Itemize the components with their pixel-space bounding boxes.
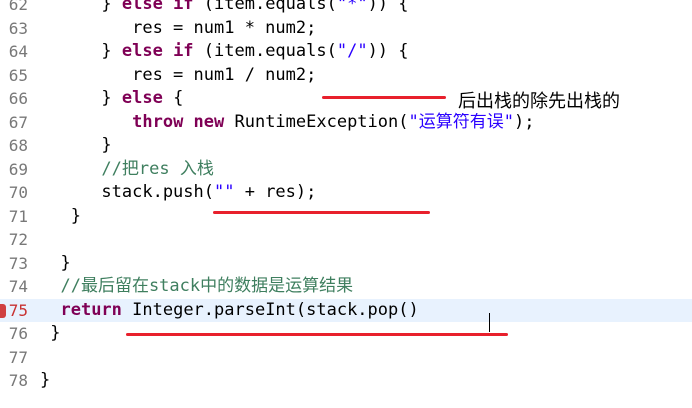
code-token: } bbox=[40, 41, 122, 61]
code-text: res = num1 / num2; bbox=[40, 64, 316, 88]
code-editor[interactable]: 62 } else if (item.equals("*")) {63 res … bbox=[0, 0, 692, 408]
code-token: else if bbox=[121, 41, 194, 61]
code-line[interactable]: 77 bbox=[0, 346, 692, 370]
code-token: res = num1 * num2; bbox=[40, 17, 317, 38]
line-number: 63 bbox=[8, 18, 28, 38]
code-token: stack.push( bbox=[40, 182, 214, 202]
code-line[interactable]: 63 res = num1 * num2; bbox=[0, 17, 692, 41]
code-token: + res); bbox=[234, 182, 317, 202]
code-text: } else if (item.equals("/")) { bbox=[40, 40, 409, 64]
annotation-label: 后出栈的除先出栈的 bbox=[456, 87, 622, 113]
code-text: res = num1 * num2; bbox=[40, 17, 316, 41]
code-token: Integer.parseInt(stack.pop() bbox=[121, 299, 419, 320]
line-number: 78 bbox=[8, 371, 28, 390]
underline-division bbox=[322, 96, 446, 99]
code-line[interactable]: 62 } else if (item.equals("*")) { bbox=[0, 0, 692, 17]
line-number: 69 bbox=[8, 159, 28, 179]
code-text: //最后留在stack中的数据是运算结果 bbox=[40, 275, 353, 299]
code-line[interactable]: 74 //最后留在stack中的数据是运算结果 bbox=[0, 275, 692, 299]
code-token: } bbox=[40, 205, 81, 226]
code-line[interactable]: 64 } else if (item.equals("/")) { bbox=[0, 40, 692, 64]
code-text: } else if (item.equals("*")) { bbox=[40, 0, 409, 17]
code-token: (item.equals( bbox=[193, 41, 337, 61]
underline-return bbox=[126, 333, 508, 336]
code-token: } bbox=[40, 0, 122, 14]
text-cursor bbox=[489, 313, 490, 332]
code-token: "*" bbox=[336, 0, 368, 14]
code-token: throw new bbox=[132, 111, 225, 132]
code-line[interactable]: 68 } bbox=[0, 134, 692, 158]
code-token: } bbox=[40, 370, 51, 390]
code-line[interactable]: 67 throw new RuntimeException("运算符有误"); bbox=[0, 111, 692, 135]
code-token: "" bbox=[214, 182, 235, 202]
line-number: 65 bbox=[8, 65, 28, 85]
code-line[interactable]: 78} bbox=[0, 369, 692, 393]
code-token: )) { bbox=[367, 0, 409, 14]
code-token: return bbox=[60, 299, 122, 320]
code-line[interactable]: 73 } bbox=[0, 252, 692, 276]
code-text: //把res 入栈 bbox=[40, 158, 214, 182]
code-token: RuntimeException( bbox=[224, 111, 409, 132]
code-line[interactable]: 65 res = num1 / num2; bbox=[0, 64, 692, 88]
code-token: } bbox=[40, 252, 71, 273]
code-text: throw new RuntimeException("运算符有误"); bbox=[40, 111, 534, 135]
line-number: 73 bbox=[8, 253, 28, 273]
code-text: } else { bbox=[40, 87, 183, 111]
line-number: 74 bbox=[8, 277, 28, 296]
code-text: } bbox=[40, 205, 81, 229]
code-token: res = num1 / num2; bbox=[40, 64, 317, 85]
code-token: "/" bbox=[336, 41, 368, 61]
code-token: ); bbox=[513, 111, 535, 132]
code-token: else if bbox=[121, 0, 194, 14]
code-token: } bbox=[40, 88, 122, 108]
code-text: } bbox=[40, 322, 60, 346]
code-token: else bbox=[121, 88, 163, 108]
code-text: } bbox=[40, 134, 112, 158]
code-token: } bbox=[40, 323, 61, 343]
line-number: 70 bbox=[8, 183, 28, 202]
code-line[interactable]: 69 //把res 入栈 bbox=[0, 158, 692, 182]
line-number: 71 bbox=[8, 206, 28, 226]
line-number: 62 bbox=[8, 0, 28, 14]
code-line[interactable]: 70 stack.push("" + res); bbox=[0, 181, 692, 205]
code-text: stack.push("" + res); bbox=[40, 181, 316, 205]
code-token: )) { bbox=[367, 41, 409, 61]
line-number: 64 bbox=[8, 42, 28, 61]
code-line[interactable]: 75 return Integer.parseInt(stack.pop() bbox=[0, 298, 692, 323]
code-text: } bbox=[40, 252, 71, 276]
breakpoint-marker-icon[interactable] bbox=[0, 303, 6, 318]
code-token: { bbox=[162, 88, 184, 108]
code-token: //最后留在stack中的数据是运算结果 bbox=[40, 276, 354, 296]
code-token: } bbox=[40, 135, 112, 155]
code-token: //把res 入栈 bbox=[40, 158, 214, 179]
line-number: 67 bbox=[8, 112, 28, 132]
line-number: 72 bbox=[8, 230, 28, 249]
code-token: "运算符有误" bbox=[408, 111, 514, 132]
code-token: (item.equals( bbox=[193, 0, 337, 14]
code-line[interactable]: 72 bbox=[0, 228, 692, 252]
line-number: 76 bbox=[8, 324, 28, 343]
code-line[interactable]: 71 } bbox=[0, 205, 692, 229]
line-number: 66 bbox=[8, 89, 28, 108]
code-text: } bbox=[40, 369, 50, 393]
underline-push bbox=[213, 211, 430, 214]
line-number: 77 bbox=[8, 347, 28, 367]
code-text: return Integer.parseInt(stack.pop() bbox=[40, 299, 419, 323]
line-number: 68 bbox=[8, 136, 28, 155]
